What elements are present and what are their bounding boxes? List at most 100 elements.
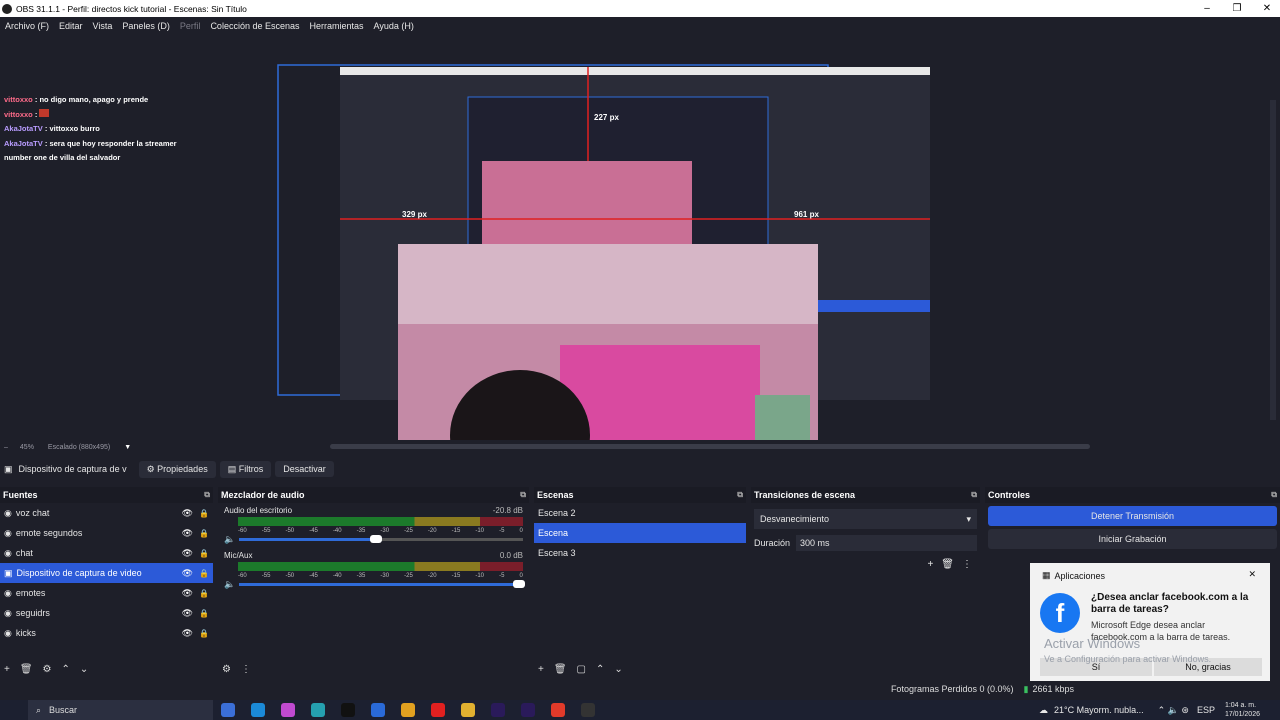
close-icon[interactable]: ✕ [1248, 569, 1256, 580]
lock-icon[interactable]: 🔒 [199, 629, 209, 638]
source-item[interactable]: ◉ chat 👁 🔒 [0, 543, 213, 563]
source-item[interactable]: ◉ emotes 👁 🔒 [0, 583, 213, 603]
move-up-icon[interactable]: ⌃ [596, 664, 604, 675]
nested-stop-button [818, 300, 930, 312]
menu-editar[interactable]: Editar [54, 21, 88, 31]
remove-source-icon[interactable]: 🗑 [20, 664, 33, 675]
volume-slider[interactable] [239, 535, 523, 543]
source-item-selected[interactable]: ▣ Dispositivo de captura de video 👁 🔒 [0, 563, 213, 583]
visibility-icon[interactable]: 👁 [182, 568, 193, 579]
lock-icon[interactable]: 🔒 [199, 509, 209, 518]
lock-icon[interactable]: 🔒 [199, 569, 209, 578]
after-effects-icon[interactable] [491, 703, 505, 717]
preview-vscroll[interactable] [1270, 100, 1276, 420]
store-icon[interactable] [371, 703, 385, 717]
language[interactable]: ESP [1197, 705, 1215, 715]
visibility-icon[interactable]: 👁 [182, 548, 193, 559]
premiere-icon[interactable] [521, 703, 535, 717]
transition-menu-icon[interactable]: ⋮ [962, 559, 972, 570]
taskbar-search[interactable]: ⌕ Buscar [28, 700, 213, 720]
lock-icon[interactable]: 🔒 [199, 589, 209, 598]
canvas-dropdown-icon[interactable]: ▼ [124, 444, 131, 451]
volume-slider[interactable] [239, 580, 525, 588]
remove-transition-icon[interactable]: 🗑 [941, 559, 954, 570]
weather[interactable]: 21°C Mayorm. nubla... [1054, 705, 1144, 715]
source-item[interactable]: ◉ emote segundos 👁 🔒 [0, 523, 213, 543]
scenes-header: Escenas ⧉ [534, 487, 746, 503]
menu-herramientas[interactable]: Herramientas [305, 21, 369, 31]
transition-select[interactable]: Desvanecimiento ▾ [754, 509, 977, 529]
lock-icon[interactable]: 🔒 [199, 609, 209, 618]
tray-icons[interactable]: ⌃ 🔈 ⊛ [1158, 705, 1189, 716]
add-scene-icon[interactable]: + [538, 664, 544, 675]
menu-perfil[interactable]: Perfil [175, 21, 206, 31]
mixer-settings-icon[interactable]: ⚙ [222, 664, 231, 675]
scene-item[interactable]: Escena 3 [534, 543, 746, 563]
menu-ayuda[interactable]: Ayuda (H) [369, 21, 419, 31]
filters-button[interactable]: ▤ Filtros [219, 460, 272, 478]
stop-streaming-button[interactable]: Detener Transmisión [988, 506, 1277, 526]
lock-icon[interactable]: 🔒 [199, 549, 209, 558]
edge-icon[interactable] [251, 703, 265, 717]
visibility-icon[interactable]: 👁 [182, 588, 193, 599]
move-up-icon[interactable]: ⌃ [62, 664, 70, 675]
canvas-minus-icon[interactable]: – [4, 444, 8, 451]
close-icon[interactable]: ✕ [1252, 0, 1280, 17]
scene-filter-icon[interactable]: ▢ [577, 664, 586, 675]
menu-archivo[interactable]: Archivo (F) [0, 21, 54, 31]
visibility-icon[interactable]: 👁 [182, 608, 193, 619]
source-item[interactable]: ◉ voz chat 👁 🔒 [0, 503, 213, 523]
speaker-icon[interactable]: 🔈 [224, 579, 235, 590]
weather-icon[interactable]: ☁ [1039, 705, 1048, 716]
app-icon[interactable] [401, 703, 415, 717]
source-item[interactable]: ◉ kicks 👁 🔒 [0, 623, 213, 643]
scene-item[interactable]: Escena 2 [534, 503, 746, 523]
dock-float-icon[interactable]: ⧉ [971, 490, 977, 500]
visibility-icon[interactable]: 👁 [182, 628, 193, 639]
menu-coleccion[interactable]: Colección de Escenas [205, 21, 304, 31]
lock-icon[interactable]: 🔒 [199, 529, 209, 538]
preview-area[interactable]: vittoxxo : no digo mano, apago y prende … [0, 35, 1280, 440]
maximize-icon[interactable]: ❐ [1222, 0, 1252, 17]
duration-input[interactable]: 300 ms [796, 535, 977, 551]
deactivate-button[interactable]: Desactivar [275, 461, 334, 477]
clock[interactable]: 1:04 a. m. 17/01/2026 [1225, 701, 1260, 719]
source-settings-icon[interactable]: ⚙ [43, 664, 52, 675]
minimize-icon[interactable]: – [1192, 0, 1222, 17]
source-item[interactable]: ◉ seguidrs 👁 🔒 [0, 603, 213, 623]
menu-vista[interactable]: Vista [88, 21, 118, 31]
obs-icon[interactable] [581, 703, 595, 717]
dock-float-icon[interactable]: ⧉ [1271, 490, 1277, 500]
app-icon[interactable] [281, 703, 295, 717]
audio-mixer-dock: Mezclador de audio ⧉ Audio del escritorio… [218, 487, 529, 677]
source-type-icon: ◉ [4, 627, 12, 638]
dock-float-icon[interactable]: ⧉ [737, 490, 743, 500]
app-icon[interactable] [431, 703, 445, 717]
signal-icon: ▮ [1023, 683, 1029, 694]
visibility-icon[interactable]: 👁 [182, 528, 193, 539]
source-toolbar: ▣ Dispositivo de captura de v ⚙ Propieda… [0, 459, 1280, 479]
tiktok-icon[interactable] [341, 703, 355, 717]
dock-float-icon[interactable]: ⧉ [204, 490, 210, 500]
sources-dock: Fuentes ⧉ ◉ voz chat 👁 🔒 ◉ emote segundos 👁 🔒… [0, 487, 213, 677]
app-icon[interactable] [221, 703, 235, 717]
move-down-icon[interactable]: ⌄ [614, 664, 622, 675]
preview-hscroll[interactable] [330, 444, 1090, 449]
chrome-icon[interactable] [551, 703, 565, 717]
add-transition-icon[interactable]: + [927, 559, 933, 570]
visibility-icon[interactable]: 👁 [182, 508, 193, 519]
folder-icon[interactable] [461, 703, 475, 717]
transitions-dock: Transiciones de escena ⧉ Desvanecimiento ▾… [751, 487, 980, 677]
add-source-icon[interactable]: + [4, 664, 10, 675]
move-down-icon[interactable]: ⌄ [80, 664, 88, 675]
scene-item-selected[interactable]: Escena [534, 523, 746, 543]
obs-logo-icon [2, 3, 12, 14]
properties-button[interactable]: ⚙ Propiedades [138, 460, 216, 478]
app-icon[interactable] [311, 703, 325, 717]
dock-float-icon[interactable]: ⧉ [520, 490, 526, 500]
speaker-icon[interactable]: 🔈 [224, 534, 235, 545]
remove-scene-icon[interactable]: 🗑 [554, 664, 567, 675]
start-recording-button[interactable]: Iniciar Grabación [988, 529, 1277, 549]
menu-paneles[interactable]: Paneles (D) [117, 21, 175, 31]
mixer-menu-icon[interactable]: ⋮ [241, 664, 251, 675]
